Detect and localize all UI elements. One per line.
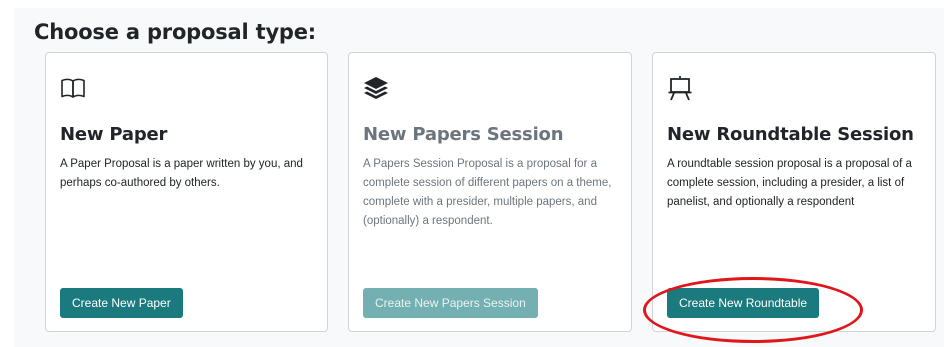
card-new-roundtable-session: New Roundtable Session A roundtable sess… [652, 52, 936, 332]
page-heading: Choose a proposal type: [34, 20, 317, 44]
easel-icon [668, 76, 692, 101]
create-new-roundtable-button[interactable]: Create New Roundtable [667, 288, 820, 318]
open-book-icon [61, 78, 85, 98]
create-new-paper-button[interactable]: Create New Paper [60, 288, 183, 318]
card-new-papers-session: New Papers Session A Papers Session Prop… [348, 52, 632, 332]
card-description: A Paper Proposal is a paper written by y… [60, 158, 303, 189]
card-description: A Papers Session Proposal is a proposal … [363, 158, 612, 227]
card-title: New Papers Session [363, 124, 564, 145]
card-description: A roundtable session proposal is a propo… [667, 158, 912, 208]
create-new-papers-session-button[interactable]: Create New Papers Session [363, 288, 538, 318]
layers-icon [364, 77, 388, 99]
card-title: New Roundtable Session [667, 124, 914, 145]
card-new-paper: New Paper A Paper Proposal is a paper wr… [45, 52, 328, 332]
card-title: New Paper [60, 124, 168, 145]
